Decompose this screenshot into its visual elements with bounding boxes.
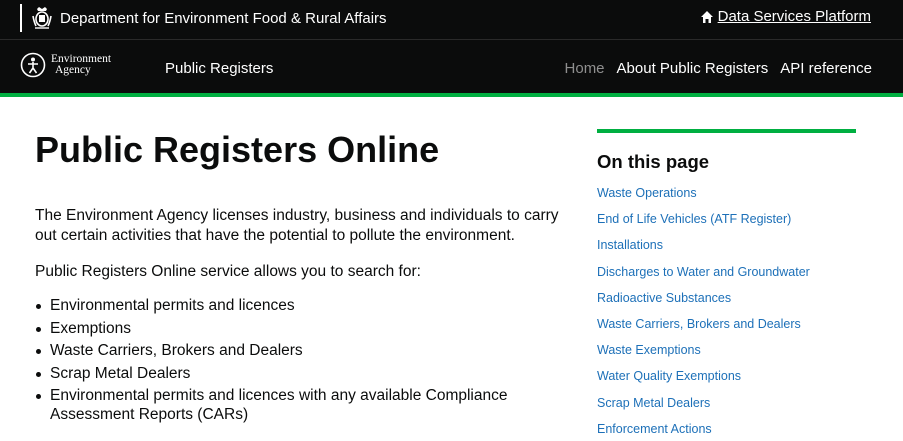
department-name: Department for Environment Food & Rural …	[60, 9, 387, 27]
list-item: Discharges to Water and Groundwater	[597, 264, 856, 280]
search-options-list: Environmental permits and licences Exemp…	[35, 296, 575, 424]
link-waste-operations[interactable]: Waste Operations	[597, 186, 697, 200]
main-content: Public Registers Online The Environment …	[35, 128, 575, 428]
on-this-page-panel: On this page Waste Operations End of Lif…	[597, 129, 856, 441]
list-item: Exemptions	[35, 319, 575, 338]
list-item: Enforcement Actions	[597, 421, 856, 437]
environment-agency-wordmark: Environment Agency	[51, 53, 111, 76]
list-item: Installations	[597, 237, 856, 253]
home-icon	[700, 10, 713, 23]
intro-paragraph: The Environment Agency licenses industry…	[35, 207, 559, 244]
list-item: Scrap Metal Dealers	[597, 395, 856, 411]
service-navigation: Environment Agency Public Registers Home…	[0, 40, 903, 97]
link-waste-exemptions[interactable]: Waste Exemptions	[597, 343, 701, 357]
list-item: Waste Carriers, Brokers and Dealers	[597, 316, 856, 332]
nav-link-api-reference[interactable]: API reference	[780, 60, 872, 77]
link-waste-carriers[interactable]: Waste Carriers, Brokers and Dealers	[597, 317, 801, 331]
logo-line-2: Agency	[55, 64, 91, 76]
nav-link-about[interactable]: About Public Registers	[617, 60, 769, 77]
nav-link-home[interactable]: Home	[565, 60, 605, 77]
link-end-of-life-vehicles[interactable]: End of Life Vehicles (ATF Register)	[597, 212, 791, 226]
page-title: Public Registers Online	[35, 129, 440, 170]
list-item: Waste Operations	[597, 185, 856, 201]
on-this-page-heading: On this page	[597, 151, 710, 172]
list-item: Radioactive Substances	[597, 290, 856, 306]
link-water-quality-exemptions[interactable]: Water Quality Exemptions	[597, 369, 741, 383]
list-item: Scrap Metal Dealers	[35, 364, 575, 383]
list-item: Waste Exemptions	[597, 342, 856, 358]
link-enforcement-actions[interactable]: Enforcement Actions	[597, 422, 712, 436]
link-radioactive-substances[interactable]: Radioactive Substances	[597, 291, 731, 305]
link-installations[interactable]: Installations	[597, 238, 663, 252]
search-intro: Public Registers Online service allows y…	[35, 263, 421, 280]
nav-links: Home About Public Registers API referenc…	[565, 60, 872, 77]
department-logo[interactable]: Department for Environment Food & Rural …	[20, 4, 387, 32]
link-discharges[interactable]: Discharges to Water and Groundwater	[597, 265, 810, 279]
list-item: Waste Carriers, Brokers and Dealers	[35, 341, 575, 360]
list-item: Environmental permits and licences with …	[35, 386, 575, 424]
data-services-platform-link[interactable]: Data Services Platform	[700, 8, 871, 25]
royal-crest-icon	[32, 7, 52, 29]
link-scrap-metal-dealers[interactable]: Scrap Metal Dealers	[597, 396, 710, 410]
environment-agency-logo-icon	[20, 52, 46, 78]
list-item: Environmental permits and licences	[35, 296, 575, 315]
list-item: End of Life Vehicles (ATF Register)	[597, 211, 856, 227]
list-item: Water Quality Exemptions	[597, 368, 856, 384]
environment-agency-logo[interactable]: Environment Agency	[20, 52, 111, 78]
service-name-link[interactable]: Public Registers	[165, 60, 273, 77]
on-this-page-links: Waste Operations End of Life Vehicles (A…	[597, 185, 856, 437]
top-header: Department for Environment Food & Rural …	[0, 0, 903, 40]
data-services-platform-label: Data Services Platform	[717, 8, 871, 25]
